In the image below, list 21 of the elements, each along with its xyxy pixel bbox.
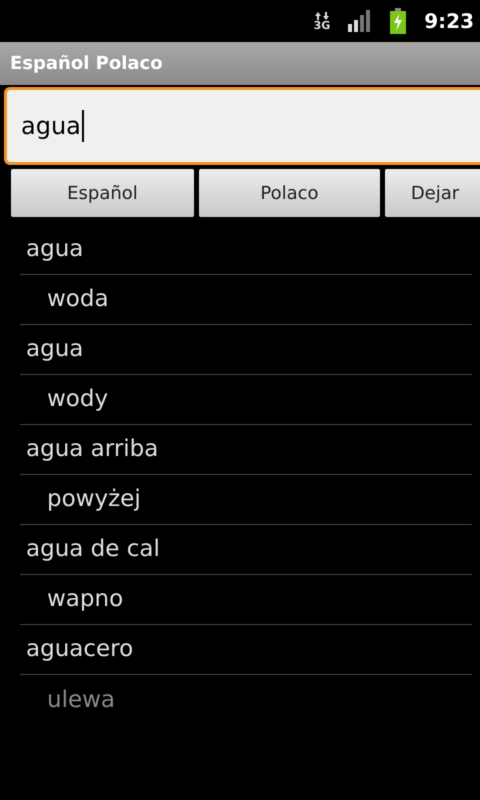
result-term[interactable]: agua [20,332,84,367]
result-translation[interactable]: woda [20,282,109,317]
app-title: Español Polaco [10,52,163,76]
network-type: 3G [314,20,330,30]
action-button[interactable]: Español [11,169,194,217]
result-term[interactable]: agua arriba [20,432,158,467]
result-term[interactable]: aguacero [20,632,134,667]
action-button[interactable]: Dejar [385,169,480,217]
result-translation[interactable]: ulewa [20,682,116,718]
search-field[interactable]: agua [4,87,480,165]
data-arrows-icon [314,12,329,20]
battery-charging-icon [390,8,406,34]
result-term[interactable]: agua de cal [20,532,160,567]
search-text: agua [21,110,84,142]
clock-time: 9:23 [424,8,474,35]
result-translation[interactable]: powyżej [20,482,141,517]
action-button[interactable]: Polaco [199,169,380,217]
signal-icon [348,10,372,32]
result-translation[interactable]: wapno [20,582,124,617]
result-translation[interactable]: wody [20,382,108,417]
result-term[interactable]: agua [20,232,84,267]
